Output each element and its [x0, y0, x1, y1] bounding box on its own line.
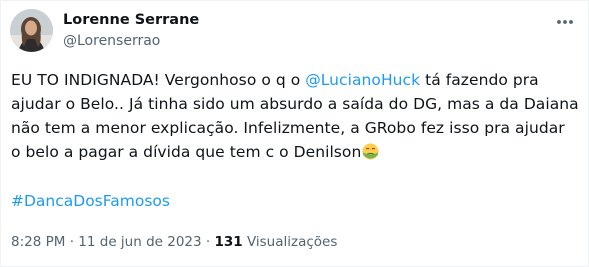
avatar[interactable] [10, 9, 53, 52]
avatar-photo [10, 9, 53, 52]
tweet-text: EU TO INDIGNADA! Vergonhoso o q o @Lucia… [11, 68, 579, 164]
mention-link[interactable]: @LucianoHuck [305, 71, 420, 89]
views-label: Visualizações [242, 234, 338, 250]
nauseated-face-emoji-icon [362, 143, 379, 160]
tweet-time[interactable]: 8:28 PM [11, 234, 65, 250]
hashtag-link[interactable]: #DancaDosFamosos [11, 189, 170, 213]
more-options-button[interactable] [550, 9, 580, 35]
tweet-date[interactable]: 11 de jun de 2023 [78, 234, 201, 250]
meta-separator: · [65, 234, 79, 250]
more-dots-icon [557, 20, 573, 24]
tweet-text-part1: EU TO INDIGNADA! Vergonhoso o q o [11, 71, 306, 89]
views-count: 131 [214, 234, 243, 250]
author-name[interactable]: Lorenne Serrane [63, 11, 199, 30]
author-handle[interactable]: @Lorenserrao [63, 32, 160, 50]
meta-separator-2: · [201, 234, 215, 250]
tweet-meta: 8:28 PM · 11 de jun de 2023 · 131 Visual… [11, 233, 337, 251]
